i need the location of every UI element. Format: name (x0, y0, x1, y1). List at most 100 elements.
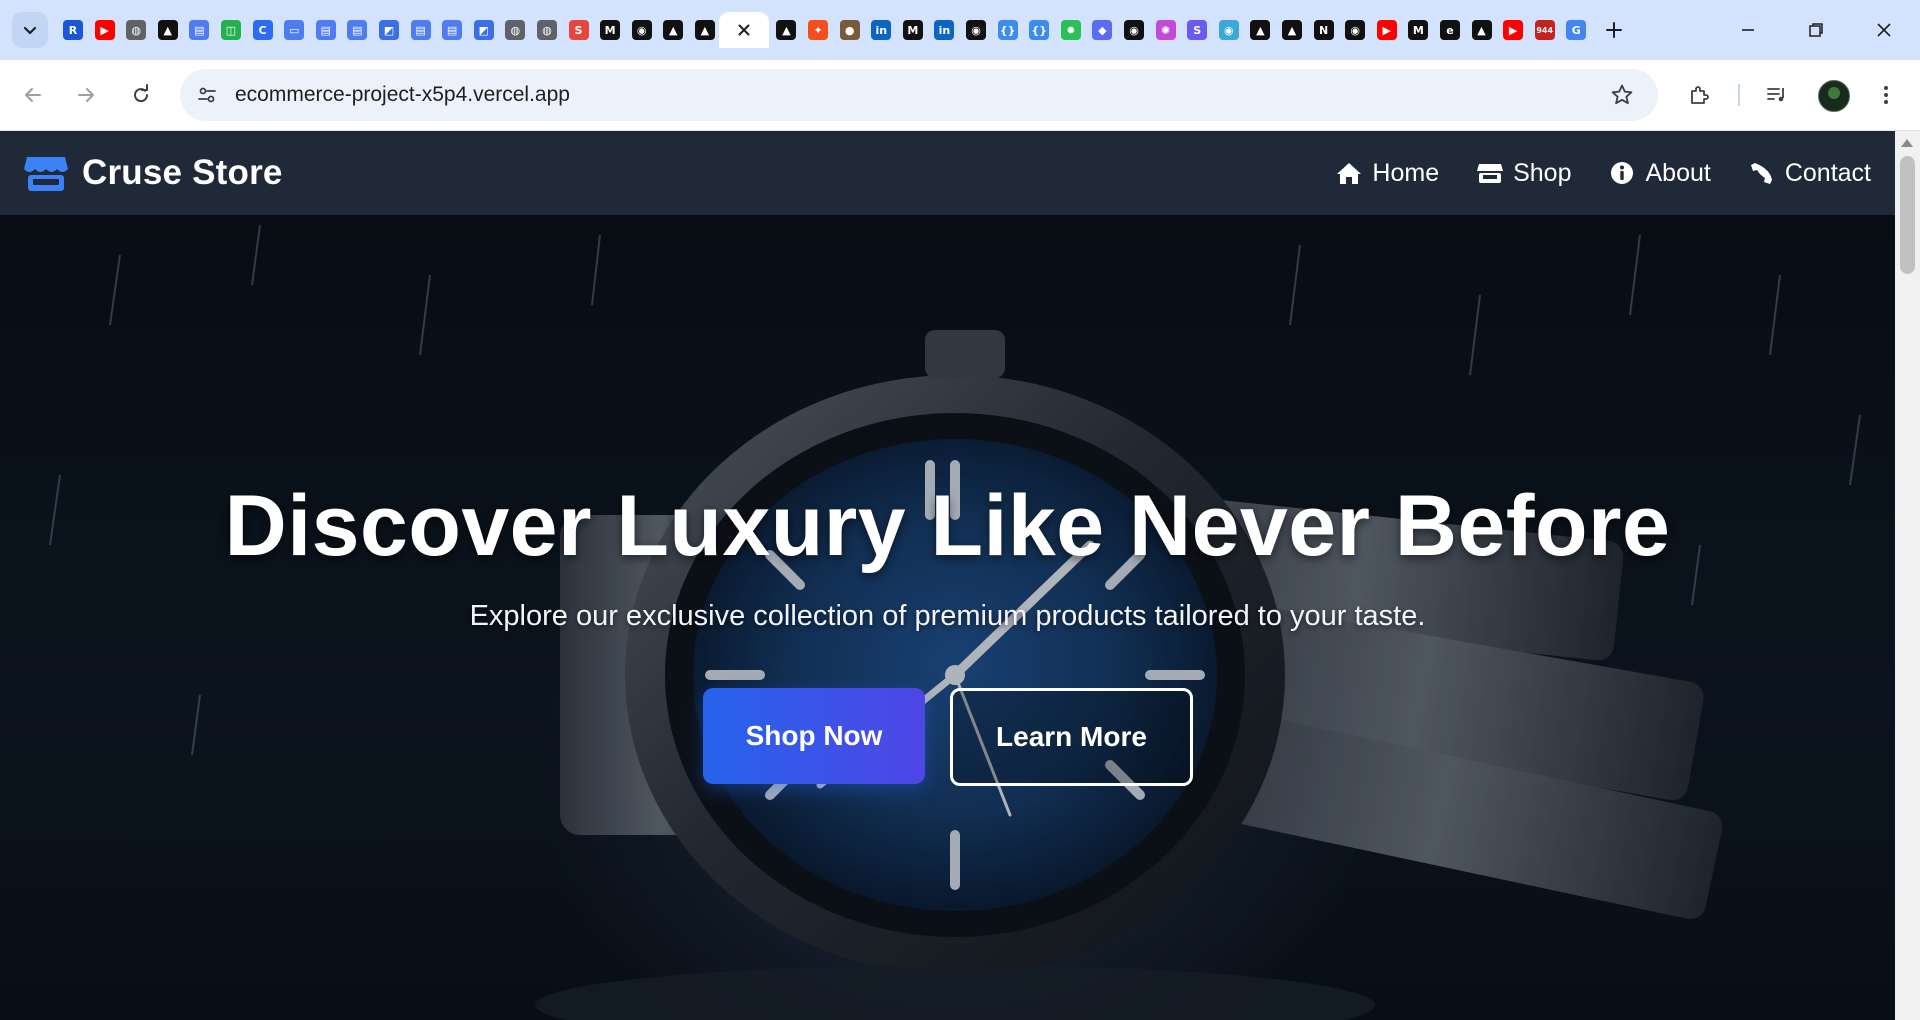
browser-tab[interactable]: ▲ (1243, 12, 1275, 48)
browser-tab[interactable]: S (562, 12, 594, 48)
learn-more-button[interactable]: Learn More (950, 688, 1193, 786)
close-tab-icon[interactable] (734, 20, 754, 40)
image-icon: ▤ (347, 20, 368, 40)
nav-contact-link[interactable]: Contact (1749, 159, 1871, 188)
browser-tab[interactable]: ▤ (404, 12, 436, 48)
browser-tab[interactable]: M (896, 12, 928, 48)
browser-tab[interactable]: ▤ (340, 12, 372, 48)
browser-tab[interactable]: ▶ (1496, 12, 1528, 48)
browser-tab[interactable]: N (1307, 12, 1339, 48)
tab-search-button[interactable] (12, 12, 48, 48)
back-button[interactable] (14, 76, 52, 114)
browser-tab[interactable]: ▲ (151, 12, 183, 48)
browser-tab[interactable]: ◩ (372, 12, 404, 48)
browser-tab[interactable]: ▲ (1465, 12, 1497, 48)
printer-icon: ▭ (284, 20, 305, 40)
medium-icon: M (600, 20, 621, 40)
browser-tab[interactable]: ✺ (1149, 12, 1181, 48)
active-tab[interactable] (719, 12, 770, 48)
kebab-menu-icon (1884, 86, 1888, 104)
triangle-icon: ▲ (663, 20, 684, 40)
browser-tab[interactable]: ◉ (625, 12, 657, 48)
reload-button[interactable] (122, 76, 160, 114)
arrow-right-icon (78, 88, 94, 102)
screenshot-icon: ◫ (220, 20, 241, 40)
restore-button[interactable] (1796, 12, 1836, 48)
e-logo-icon: e (1439, 20, 1460, 40)
restore-icon (1809, 23, 1823, 37)
close-window-button[interactable] (1864, 12, 1904, 48)
brand-logo[interactable]: Cruse Store (24, 151, 283, 195)
minimize-button[interactable] (1728, 12, 1768, 48)
url-text[interactable]: ecommerce-project-x5p4.vercel.app (235, 69, 570, 121)
browser-tab[interactable]: ◍ (119, 12, 151, 48)
browser-tab[interactable]: ▲ (688, 12, 720, 48)
browser-tab[interactable]: ◉ (1338, 12, 1370, 48)
gradient-icon: ◩ (378, 20, 399, 40)
browser-tab[interactable]: ◍ (498, 12, 530, 48)
brand-name: Cruse Store (82, 153, 283, 192)
s-logo-icon: S (1187, 20, 1208, 40)
browser-tab[interactable]: ● (833, 12, 865, 48)
browser-tab[interactable]: ▶ (88, 12, 120, 48)
browser-tab[interactable]: ◍ (530, 12, 562, 48)
browser-tab[interactable]: ▭ (277, 12, 309, 48)
shop-now-button[interactable]: Shop Now (703, 688, 925, 784)
nav-shop-link[interactable]: Shop (1477, 159, 1571, 188)
plus-icon (1606, 22, 1622, 38)
browser-tab[interactable]: ✹ (1054, 12, 1086, 48)
scroll-thumb[interactable] (1900, 156, 1915, 274)
new-tab-button[interactable] (1598, 14, 1630, 46)
browser-tab[interactable]: ▲ (656, 12, 688, 48)
browser-tab[interactable]: G (1559, 12, 1591, 48)
browser-tab[interactable]: e (1433, 12, 1465, 48)
browser-tab[interactable]: S (1180, 12, 1212, 48)
extensions-button[interactable] (1680, 76, 1718, 114)
media-controls-button[interactable] (1758, 76, 1796, 114)
browser-tab[interactable]: M (593, 12, 625, 48)
browser-tab[interactable]: ✦ (801, 12, 833, 48)
browser-tab[interactable]: {} (1022, 12, 1054, 48)
badge-count-icon: 944 (1534, 20, 1555, 40)
browser-tab[interactable]: R (56, 12, 88, 48)
nav-about-label: About (1645, 158, 1711, 187)
browser-tab[interactable]: ◉ (1117, 12, 1149, 48)
image-icon: ▤ (315, 20, 336, 40)
browser-tab[interactable]: ▤ (182, 12, 214, 48)
page-scrollbar[interactable] (1895, 131, 1920, 1020)
nav-home-link[interactable]: Home (1336, 159, 1439, 188)
tab-strip: R ▶ ◍ ▲ ▤ ◫ C ▭ ▤ ▤ ◩ ▤ ▤ ◩ ◍ ◍ S M ◉ ▲ ▲ ▲ ✦ ● in Min ◉{}{} ✹ ◆ ◉ ✺ S ◉… (0, 0, 1920, 60)
map-pin-icon: ◉ (1218, 20, 1239, 40)
browser-tab[interactable]: in (864, 12, 896, 48)
browser-menu-button[interactable] (1867, 76, 1905, 114)
profile-avatar[interactable] (1818, 80, 1850, 112)
triangle-icon: ▲ (776, 20, 797, 40)
arrow-left-icon (25, 88, 41, 102)
nav-about-link[interactable]: About (1609, 158, 1711, 188)
browser-tab[interactable]: ▶ (1370, 12, 1402, 48)
scroll-up-arrow-icon[interactable] (1901, 139, 1913, 147)
browser-tab[interactable]: {} (991, 12, 1023, 48)
phone-icon (1749, 160, 1775, 186)
minimize-icon (1742, 29, 1754, 31)
browser-tab[interactable]: ◩ (467, 12, 499, 48)
browser-tab[interactable]: ▲ (769, 12, 801, 48)
browser-tab[interactable]: ◉ (1212, 12, 1244, 48)
forward-button[interactable] (67, 76, 105, 114)
browser-tab[interactable]: ▲ (1275, 12, 1307, 48)
bookmark-star-icon[interactable] (1608, 81, 1636, 109)
browser-tab[interactable]: ▤ (309, 12, 341, 48)
browser-tab[interactable]: ◆ (1085, 12, 1117, 48)
site-settings-icon[interactable] (194, 82, 220, 108)
triangle-icon: ▲ (1281, 20, 1302, 40)
address-bar[interactable]: ecommerce-project-x5p4.vercel.app (180, 69, 1658, 121)
browser-tab[interactable]: in (927, 12, 959, 48)
triangle-icon: ▲ (1250, 20, 1271, 40)
browser-tab[interactable]: ◉ (959, 12, 991, 48)
browser-tab[interactable]: ◫ (214, 12, 246, 48)
browser-tab[interactable]: ▤ (435, 12, 467, 48)
medium-icon: M (1408, 20, 1429, 40)
browser-tab[interactable]: C (246, 12, 278, 48)
browser-tab[interactable]: M (1401, 12, 1433, 48)
browser-tab[interactable]: 944 (1528, 12, 1560, 48)
